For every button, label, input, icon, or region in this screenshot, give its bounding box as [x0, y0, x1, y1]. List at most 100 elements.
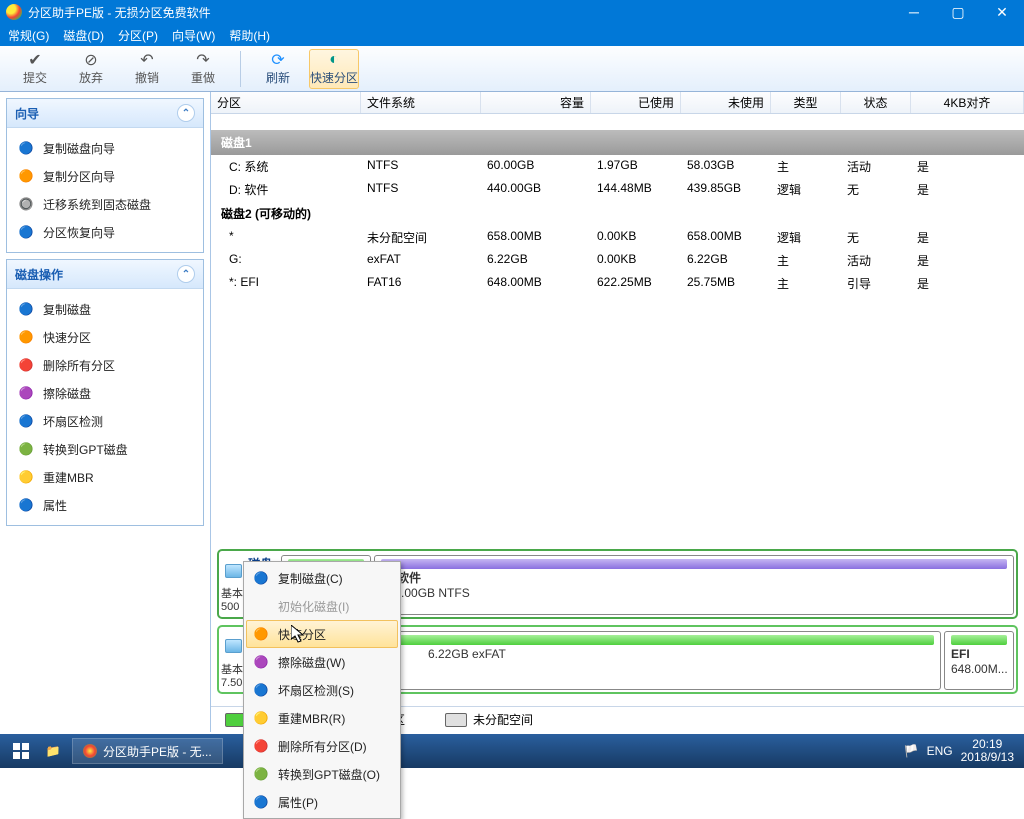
redo-button[interactable]: ↷重做 — [178, 49, 228, 89]
seg-d[interactable]: D: 软件440.00GB NTFS — [374, 555, 1014, 614]
taskbar: 📁 分区助手PE版 - 无... 🏳️ ENG 20:192018/9/13 — [0, 734, 1024, 768]
sidebar: 向导 ⌃ 🔵复制磁盘向导 🟠复制分区向导 🔘迁移系统到固态磁盘 🔵分区恢复向导 … — [0, 92, 210, 732]
diskops-panel-header[interactable]: 磁盘操作 ⌃ — [7, 260, 203, 289]
wizard-copy-partition[interactable]: 🟠复制分区向导 — [11, 162, 199, 190]
mbr-icon: 🟡 — [17, 468, 35, 486]
col-used[interactable]: 已使用 — [591, 92, 681, 113]
disk-icon — [225, 564, 242, 578]
ctx-quick-partition[interactable]: 🟠快速分区 — [246, 620, 398, 648]
menu-general[interactable]: 常规(G) — [8, 27, 49, 44]
op-delete-all[interactable]: 🔴删除所有分区 — [11, 351, 199, 379]
convert-icon: 🟢 — [17, 440, 35, 458]
col-fs[interactable]: 文件系统 — [361, 92, 481, 113]
scan-icon: 🔵 — [252, 681, 270, 699]
delete-icon: 🔴 — [252, 737, 270, 755]
wizard-recover[interactable]: 🔵分区恢复向导 — [11, 218, 199, 246]
col-status[interactable]: 状态 — [841, 92, 911, 113]
ctx-delete-all[interactable]: 🔴删除所有分区(D) — [246, 732, 398, 760]
start-button[interactable] — [4, 737, 38, 765]
scan-icon: 🔵 — [17, 412, 35, 430]
disk-copy-icon: 🔵 — [17, 139, 35, 157]
grid-body: 磁盘1 C: 系统NTFS60.00GB1.97GB58.03GB主活动是D: … — [211, 114, 1024, 295]
mbr-icon: 🟡 — [252, 709, 270, 727]
op-quick-partition[interactable]: 🟠快速分区 — [11, 323, 199, 351]
disk-icon: 🔵 — [252, 569, 270, 587]
col-align[interactable]: 4KB对齐 — [911, 92, 1024, 113]
disk-bars: 磁盘1 基本 500 D: 软件440.00GB NTFS 🔵复制磁盘(C) 初… — [211, 543, 1024, 706]
grid-header: 分区 文件系统 容量 已使用 未使用 类型 状态 4KB对齐 — [211, 92, 1024, 114]
redo-icon: ↷ — [193, 51, 213, 69]
quick-icon: 🟠 — [252, 625, 270, 643]
wizard-copy-disk[interactable]: 🔵复制磁盘向导 — [11, 134, 199, 162]
app-icon — [6, 4, 22, 20]
ctx-rebuild-mbr[interactable]: 🟡重建MBR(R) — [246, 704, 398, 732]
toolbar: ✔提交 ⊘放弃 ↶撤销 ↷重做 ⟳刷新 ◐快速分区 — [0, 46, 1024, 92]
separator — [240, 51, 241, 87]
refresh-button[interactable]: ⟳刷新 — [253, 49, 303, 89]
commit-button[interactable]: ✔提交 — [10, 49, 60, 89]
undo-button[interactable]: ↶撤销 — [122, 49, 172, 89]
table-row[interactable]: C: 系统NTFS60.00GB1.97GB58.03GB主活动是 — [211, 155, 1024, 178]
chevron-up-icon: ⌃ — [177, 265, 195, 283]
recover-icon: 🔵 — [17, 223, 35, 241]
menu-partition[interactable]: 分区(P) — [118, 27, 158, 44]
menu-disk[interactable]: 磁盘(D) — [63, 27, 104, 44]
context-menu: 🔵复制磁盘(C) 初始化磁盘(I) 🟠快速分区 🟣擦除磁盘(W) 🔵坏扇区检测(… — [243, 561, 401, 819]
wipe-icon: 🟣 — [252, 653, 270, 671]
op-wipe-disk[interactable]: 🟣擦除磁盘 — [11, 379, 199, 407]
wipe-icon: 🟣 — [17, 384, 35, 402]
quick-partition-button[interactable]: ◐快速分区 — [309, 49, 359, 89]
op-rebuild-mbr[interactable]: 🟡重建MBR — [11, 463, 199, 491]
disk-icon — [225, 639, 242, 653]
col-free[interactable]: 未使用 — [681, 92, 771, 113]
seg-efi[interactable]: EFI648.00M... — [944, 631, 1014, 690]
app-icon — [83, 744, 97, 758]
disk-icon: 🔵 — [17, 300, 35, 318]
tray-clock[interactable]: 20:192018/9/13 — [961, 738, 1020, 764]
tray-flag-icon[interactable]: 🏳️ — [904, 744, 919, 758]
ctx-convert-gpt[interactable]: 🟢转换到GPT磁盘(O) — [246, 760, 398, 788]
op-bad-sector[interactable]: 🔵坏扇区检测 — [11, 407, 199, 435]
op-convert-gpt[interactable]: 🟢转换到GPT磁盘 — [11, 435, 199, 463]
info-icon: 🔵 — [252, 793, 270, 811]
taskbar-app[interactable]: 分区助手PE版 - 无... — [72, 738, 223, 764]
quick-icon: ◐ — [324, 51, 344, 69]
menu-wizard[interactable]: 向导(W) — [172, 27, 215, 44]
discard-button[interactable]: ⊘放弃 — [66, 49, 116, 89]
undo-icon: ↶ — [137, 51, 157, 69]
col-type[interactable]: 类型 — [771, 92, 841, 113]
ctx-properties[interactable]: 🔵属性(P) — [246, 788, 398, 816]
legend-free-swatch — [445, 713, 467, 727]
wizard-panel: 向导 ⌃ 🔵复制磁盘向导 🟠复制分区向导 🔘迁移系统到固态磁盘 🔵分区恢复向导 — [6, 98, 204, 253]
explorer-icon[interactable]: 📁 — [38, 737, 68, 765]
titlebar: 分区助手PE版 - 无损分区免费软件 ─ ▢ ✕ — [0, 0, 1024, 24]
ctx-copy-disk[interactable]: 🔵复制磁盘(C) — [246, 564, 398, 592]
col-partition[interactable]: 分区 — [211, 92, 361, 113]
table-row[interactable]: *: EFIFAT16648.00MB622.25MB25.75MB主引导是 — [211, 272, 1024, 295]
migrate-icon: 🔘 — [17, 195, 35, 213]
tray-lang[interactable]: ENG — [927, 744, 953, 758]
chevron-up-icon: ⌃ — [177, 104, 195, 122]
menu-help[interactable]: 帮助(H) — [229, 27, 270, 44]
ctx-bad-sector[interactable]: 🔵坏扇区检测(S) — [246, 676, 398, 704]
disk2-header[interactable]: 磁盘2 (可移动的) — [211, 201, 1024, 226]
maximize-button[interactable]: ▢ — [936, 0, 980, 24]
close-button[interactable]: ✕ — [980, 0, 1024, 24]
wizard-panel-header[interactable]: 向导 ⌃ — [7, 99, 203, 128]
check-icon: ✔ — [25, 51, 45, 69]
wizard-migrate-ssd[interactable]: 🔘迁移系统到固态磁盘 — [11, 190, 199, 218]
op-copy-disk[interactable]: 🔵复制磁盘 — [11, 295, 199, 323]
disk1-header[interactable]: 磁盘1 — [211, 130, 1024, 155]
table-row[interactable]: *未分配空间658.00MB0.00KB658.00MB逻辑无是 — [211, 226, 1024, 249]
col-capacity[interactable]: 容量 — [481, 92, 591, 113]
info-icon: 🔵 — [17, 496, 35, 514]
table-row[interactable]: D: 软件NTFS440.00GB144.48MB439.85GB逻辑无是 — [211, 178, 1024, 201]
refresh-icon: ⟳ — [268, 51, 288, 69]
ctx-wipe-disk[interactable]: 🟣擦除磁盘(W) — [246, 648, 398, 676]
ctx-init-disk: 初始化磁盘(I) — [246, 592, 398, 620]
menubar: 常规(G) 磁盘(D) 分区(P) 向导(W) 帮助(H) — [0, 24, 1024, 46]
minimize-button[interactable]: ─ — [892, 0, 936, 24]
table-row[interactable]: G:exFAT6.22GB0.00KB6.22GB主活动是 — [211, 249, 1024, 272]
window-title: 分区助手PE版 - 无损分区免费软件 — [28, 4, 892, 21]
op-properties[interactable]: 🔵属性 — [11, 491, 199, 519]
